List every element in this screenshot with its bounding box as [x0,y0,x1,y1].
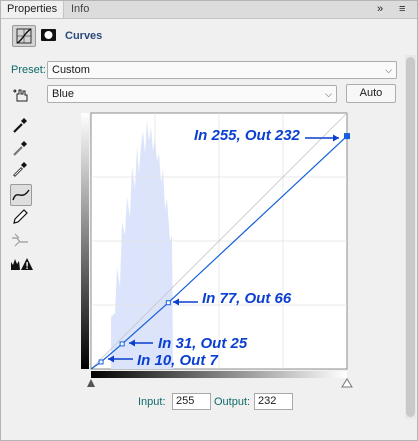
white-slider-handle[interactable] [341,378,353,388]
curve-points-icon[interactable] [10,184,32,206]
preset-label: Preset: [11,64,46,76]
smooth-curve-icon[interactable] [10,230,30,250]
scrollbar-thumb[interactable] [406,57,415,417]
tab-bar: Properties Info » ≡ [1,1,417,19]
input-label: Input: [138,396,166,408]
pencil-draw-icon[interactable] [10,207,30,227]
chevron-down-icon: ⌵ [385,65,392,75]
input-gradient-bar [91,371,347,378]
black-slider-handle[interactable] [87,379,95,387]
properties-panel: Properties Info » ≡ Curves Preset: Custo… [0,0,418,441]
input-field[interactable]: 255 [172,393,211,410]
preset-value: Custom [52,64,90,76]
preset-dropdown[interactable]: Custom ⌵ [47,61,397,79]
black-point-eyedropper-icon[interactable] [10,115,30,135]
curve-control-point[interactable] [165,300,171,306]
gray-point-eyedropper-icon[interactable] [10,138,30,158]
curves-adjustment-icon[interactable] [12,25,36,47]
auto-button[interactable]: Auto [346,84,396,103]
channel-dropdown[interactable]: Blue ⌵ [47,85,337,103]
layer-mask-icon[interactable] [38,25,60,45]
curve-annotation: In 31, Out 25 [158,335,248,352]
adjustment-title: Curves [65,30,103,42]
tab-properties[interactable]: Properties [1,1,65,18]
output-gradient-bar [81,113,89,369]
panel-scrollbar[interactable] [405,55,416,419]
double-chevron-right-icon[interactable]: » [377,3,383,15]
targeted-adjustment-hand-icon[interactable] [11,85,33,105]
white-point-eyedropper-icon[interactable] [10,159,30,179]
curve-control-point[interactable] [119,341,125,347]
clipping-warning-icon[interactable] [10,256,33,276]
channel-value: Blue [52,88,75,100]
tab-info[interactable]: Info [65,1,95,18]
output-label: Output: [214,396,251,408]
chevron-down-icon: ⌵ [325,89,332,99]
output-field[interactable]: 232 [254,393,293,410]
curve-annotation: In 77, Out 66 [202,290,292,307]
curve-control-point[interactable] [98,359,104,365]
curve-annotation: In 10, Out 7 [137,352,219,369]
curve-graph[interactable]: In 255, Out 232 In 77, Out 66 In 31, Out 2… [81,107,361,391]
curve-control-point[interactable] [344,133,350,140]
hamburger-menu-icon[interactable]: ≡ [399,3,405,15]
curve-annotation: In 255, Out 232 [194,127,301,144]
